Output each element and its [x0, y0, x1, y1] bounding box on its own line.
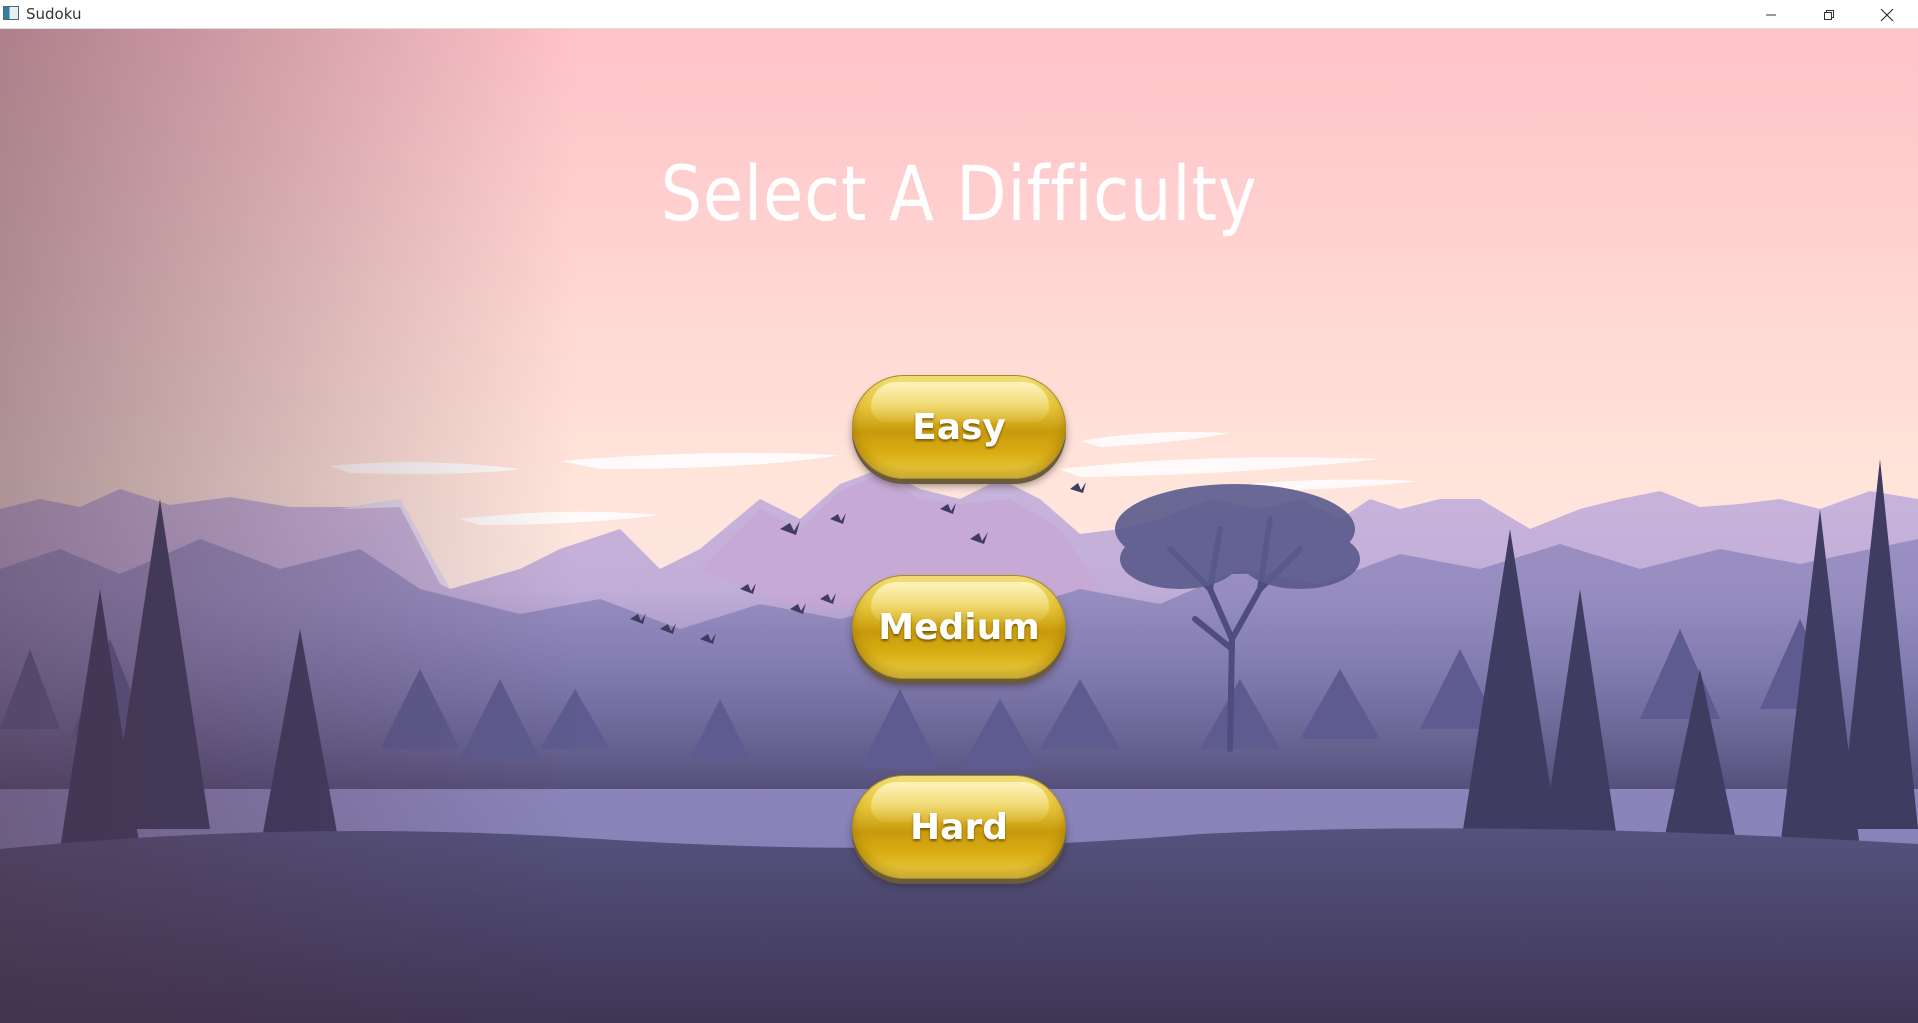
hard-button[interactable]: Hard: [852, 775, 1066, 879]
title-bar: Sudoku: [0, 0, 1918, 29]
restore-icon: [1824, 9, 1834, 20]
app-icon: [3, 6, 19, 20]
easy-button-label: Easy: [912, 406, 1006, 448]
hard-button-label: Hard: [910, 806, 1008, 848]
background-scene: Select A Difficulty Easy Medium Hard: [0, 29, 1918, 1023]
medium-button-label: Medium: [878, 606, 1040, 648]
close-icon: [1880, 8, 1894, 21]
minimize-icon: [1766, 14, 1776, 15]
minimize-button[interactable]: [1742, 0, 1800, 29]
window-title: Sudoku: [26, 5, 82, 23]
medium-button[interactable]: Medium: [852, 575, 1066, 679]
close-button[interactable]: [1858, 0, 1916, 29]
restore-button[interactable]: [1800, 0, 1858, 29]
easy-button[interactable]: Easy: [852, 375, 1066, 479]
page-title: Select A Difficulty: [660, 149, 1258, 238]
